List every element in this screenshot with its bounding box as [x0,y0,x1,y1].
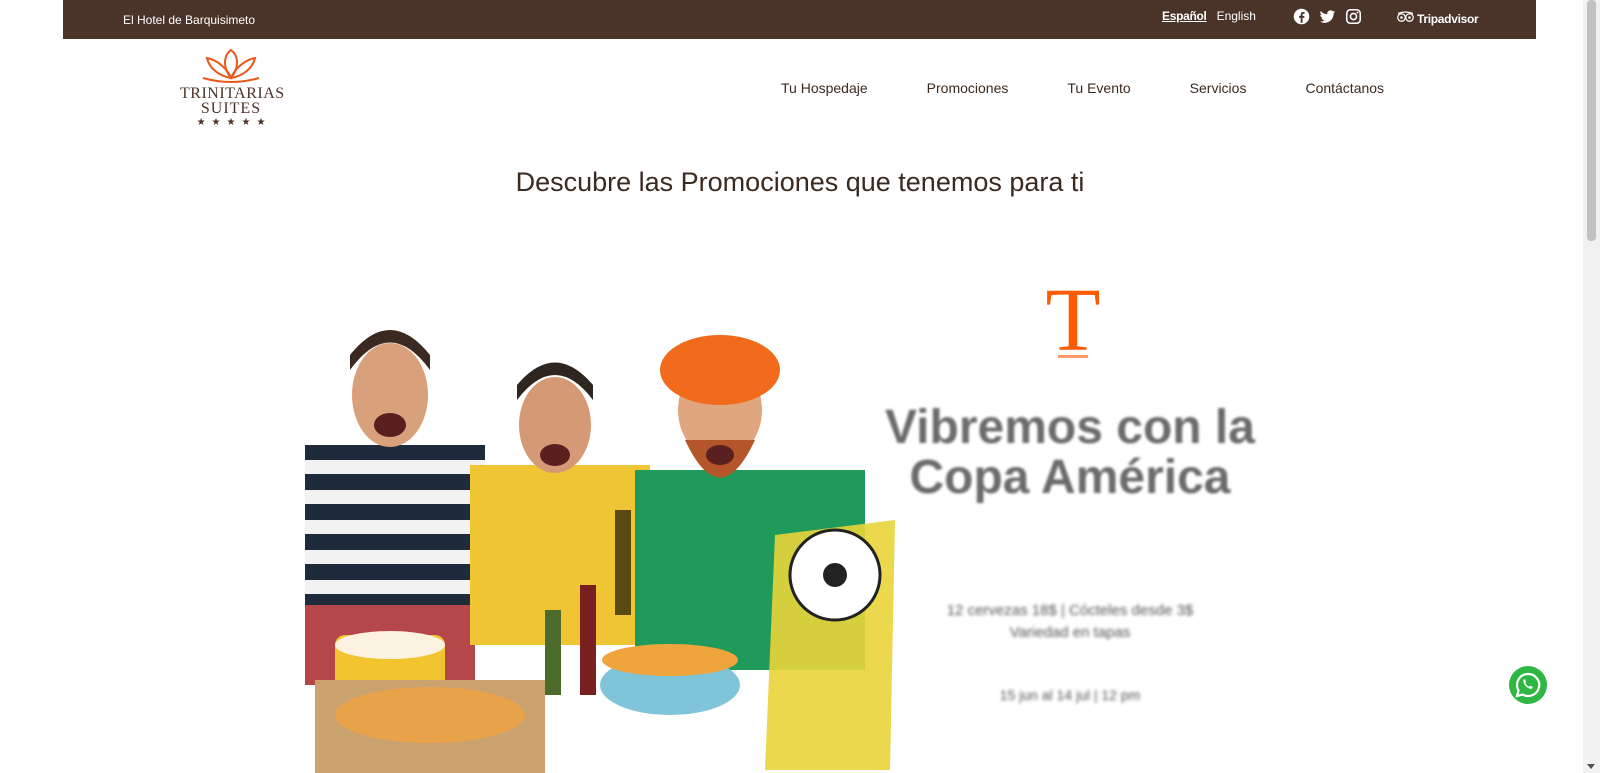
logo-name-line2: SUITES [200,100,262,117]
whatsapp-button[interactable] [1509,666,1547,704]
whatsapp-icon [1515,672,1541,698]
twitter-icon[interactable] [1319,8,1336,25]
page-headline: Descubre las Promociones que tenemos par… [515,167,1085,197]
promo-dates: 15 jun al 14 jul | 12 pm [999,687,1141,703]
instagram-icon[interactable] [1345,8,1362,25]
svg-text:T: T [1046,275,1101,365]
promo-title: Vibremos con la Copa América [885,401,1255,504]
scroll-down-arrow-icon[interactable] [1587,764,1595,769]
promo-details-line1: 12 cervezas 18$ | Cócteles desde 3$ [946,602,1194,619]
nav-item-tu-hospedaje[interactable]: Tu Hospedaje [781,80,868,96]
page-scrollbar[interactable] [1583,0,1600,773]
promo-details-line2: Variedad en tapas [1009,624,1131,641]
scrollbar-thumb[interactable] [1587,0,1596,241]
nav-item-contactanos[interactable]: Contáctanos [1305,80,1384,96]
nav-item-promociones[interactable]: Promociones [927,80,1009,96]
social-links [1293,8,1362,25]
brand-t-logo: T [1046,275,1101,365]
facebook-icon[interactable] [1293,8,1310,25]
language-spanish-link[interactable]: Español [1162,9,1207,23]
top-bar: El Hotel de Barquisimeto Español English… [63,0,1536,39]
promo-details: 12 cervezas 18$ | Cócteles desde 3$ Vari… [860,600,1280,644]
logo-stars: ★★★★★ [196,117,272,128]
nav-item-servicios[interactable]: Servicios [1190,80,1247,96]
language-english-link[interactable]: English [1217,9,1256,23]
tripadvisor-icon [1397,11,1414,26]
hotel-logo[interactable]: TRINITARIAS SUITES ★★★★★ [180,48,284,134]
nav-item-tu-evento[interactable]: Tu Evento [1067,80,1130,96]
hotel-tagline: El Hotel de Barquisimeto [123,13,256,27]
lotus-icon [202,48,260,83]
tripadvisor-label: Tripadvisor [1417,11,1479,26]
language-switcher: Español English [1162,9,1256,23]
tripadvisor-link[interactable]: Tripadvisor [1397,11,1479,26]
main-nav: Tu Hospedaje Promociones Tu Evento Servi… [781,80,1384,96]
promo-banner[interactable]: T Vibremos con la Copa América 12 cervez… [305,275,1305,773]
